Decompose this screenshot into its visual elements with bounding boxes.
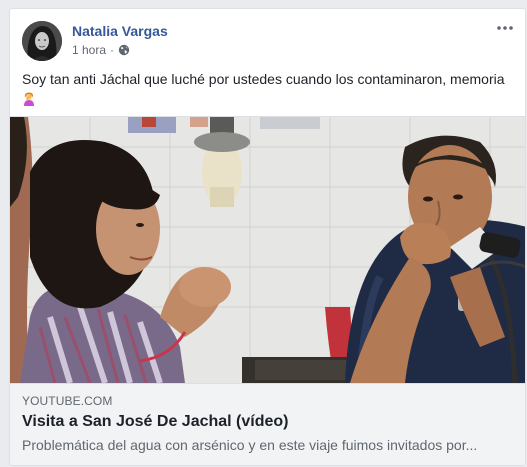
post-time[interactable]: 1 hora	[72, 43, 106, 57]
link-preview[interactable]: YOUTUBE.COM Visita a San José De Jachal …	[10, 116, 525, 465]
link-caption[interactable]: YOUTUBE.COM Visita a San José De Jachal …	[10, 383, 525, 465]
more-options-icon[interactable]	[495, 21, 515, 35]
post-card: Natalia Vargas 1 hora · Soy tan anti Jác…	[9, 8, 526, 466]
meta-separator: ·	[110, 43, 115, 57]
link-title[interactable]: Visita a San José De Jachal (vídeo)	[22, 413, 513, 431]
video-thumbnail[interactable]	[10, 117, 525, 383]
post-meta: 1 hora ·	[72, 43, 130, 57]
link-description: Problemática del agua con arsénico y en …	[22, 437, 478, 453]
post-text-content: Soy tan anti Jáchal que luché por ustede…	[22, 71, 505, 87]
avatar[interactable]	[22, 21, 62, 61]
post-header: Natalia Vargas 1 hora ·	[10, 9, 525, 65]
author-name[interactable]: Natalia Vargas	[72, 23, 168, 39]
post-text: Soy tan anti Jáchal que luché por ustede…	[22, 70, 517, 108]
globe-icon[interactable]	[118, 44, 130, 56]
link-domain: YOUTUBE.COM	[22, 394, 113, 408]
person-facepalming-emoji-icon	[22, 91, 36, 106]
